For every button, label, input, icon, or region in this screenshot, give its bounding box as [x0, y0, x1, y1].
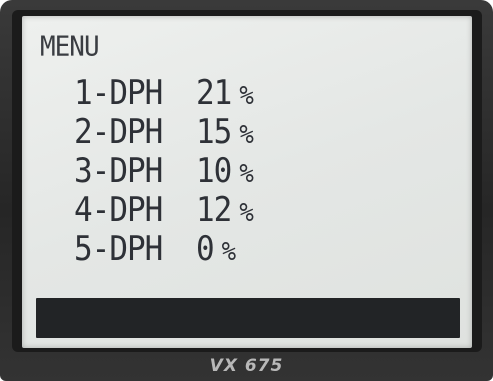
menu-item-label: 1-DPH — [74, 73, 163, 113]
menu-item-4-dph[interactable]: 4-DPH 12% — [74, 189, 254, 231]
menu-item-value: 10 — [196, 151, 232, 191]
menu-item-unit: % — [239, 80, 253, 111]
menu-item-2-dph[interactable]: 2-DPH 15% — [74, 111, 254, 153]
menu-item-label: 3-DPH — [74, 151, 163, 191]
menu-item-5-dph[interactable]: 5-DPH 0% — [74, 228, 253, 270]
vat-rate-menu: 1-DPH 21% 2-DPH 15% 3-DPH 10% 4-DPH 12% 5-DP… — [74, 72, 254, 270]
menu-item-value: 12 — [196, 190, 232, 230]
menu-item-label: 2-DPH — [74, 112, 163, 152]
status-bar — [36, 298, 460, 338]
menu-item-unit: % — [239, 197, 253, 228]
menu-item-3-dph[interactable]: 3-DPH 10% — [74, 150, 254, 192]
menu-item-value: 21 — [196, 73, 232, 113]
menu-item-label: 5-DPH — [74, 229, 163, 269]
menu-item-label: 4-DPH — [74, 190, 163, 230]
lcd-screen: MENU 1-DPH 21% 2-DPH 15% 3-DPH 10% 4-DPH 12%… — [22, 16, 472, 348]
payment-terminal: MENU 1-DPH 21% 2-DPH 15% 3-DPH 10% 4-DPH 12%… — [0, 0, 493, 381]
menu-item-unit: % — [221, 236, 236, 267]
menu-item-unit: % — [239, 119, 253, 150]
menu-item-value: 15 — [196, 112, 232, 152]
menu-item-value: 0 — [196, 229, 215, 269]
menu-item-1-dph[interactable]: 1-DPH 21% — [74, 72, 254, 114]
menu-item-unit: % — [239, 158, 253, 189]
menu-title: MENU — [40, 31, 100, 63]
device-model-label: VX 675 — [209, 356, 284, 376]
